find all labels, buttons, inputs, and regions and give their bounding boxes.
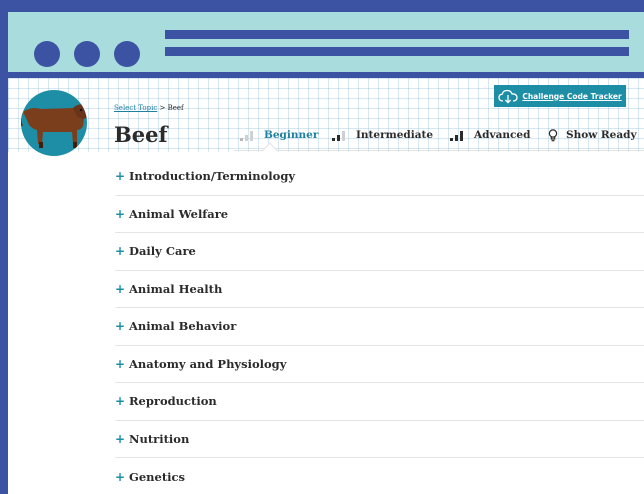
topic-label: Introduction/Terminology <box>129 169 296 184</box>
expand-plus-icon: + <box>115 169 126 184</box>
expand-plus-icon: + <box>115 394 126 409</box>
signal-bars-3-icon <box>450 131 463 141</box>
window-dot-3[interactable] <box>114 41 140 67</box>
expand-plus-icon: + <box>115 431 126 446</box>
cloud-download-icon <box>498 89 518 104</box>
topic-label: Nutrition <box>129 431 190 446</box>
window-dot-2[interactable] <box>74 41 100 67</box>
topic-item-anatomy-and-physiology[interactable]: + Anatomy and Physiology <box>115 346 644 383</box>
lightbulb-icon <box>548 128 558 141</box>
topic-item-daily-care[interactable]: + Daily Care <box>115 233 644 271</box>
expand-plus-icon: + <box>115 244 126 259</box>
window-dot-1[interactable] <box>34 41 60 67</box>
topic-label: Anatomy and Physiology <box>129 356 287 371</box>
page-content: Select Topic > Beef Challenge Code Track… <box>8 78 644 494</box>
tab-advanced[interactable]: Advanced <box>450 120 530 150</box>
expand-plus-icon: + <box>115 206 126 221</box>
signal-bars-1-icon <box>240 131 253 141</box>
page-title: Beef <box>114 122 168 147</box>
tab-intermediate-label: Intermediate <box>356 129 434 141</box>
breadcrumb: Select Topic > Beef <box>114 104 184 112</box>
topic-label: Genetics <box>129 469 185 484</box>
topic-label: Reproduction <box>129 394 217 409</box>
topic-label: Animal Behavior <box>129 319 237 334</box>
expand-plus-icon: + <box>115 469 126 484</box>
window-frame-left <box>0 0 8 494</box>
topic-item-animal-health[interactable]: + Animal Health <box>115 271 644 308</box>
topic-item-nutrition[interactable]: + Nutrition <box>115 421 644 458</box>
expand-plus-icon: + <box>115 281 126 296</box>
signal-bars-2-icon <box>332 131 345 141</box>
titlebar-line-1 <box>165 30 629 39</box>
challenge-code-tracker-label: Challenge Code Tracker <box>522 91 622 101</box>
cow-icon <box>21 104 87 148</box>
topic-item-animal-welfare[interactable]: + Animal Welfare <box>115 196 644 233</box>
breadcrumb-separator: > <box>159 104 166 112</box>
tab-advanced-label: Advanced <box>474 129 531 141</box>
titlebar-line-2 <box>165 47 629 56</box>
expand-plus-icon: + <box>115 356 126 371</box>
tab-beginner[interactable]: Beginner <box>240 120 318 150</box>
topic-item-reproduction[interactable]: + Reproduction <box>115 383 644 421</box>
topic-label: Animal Health <box>129 281 223 296</box>
topic-label: Daily Care <box>129 244 196 259</box>
expand-plus-icon: + <box>115 319 126 334</box>
challenge-code-tracker-button[interactable]: Challenge Code Tracker <box>494 85 626 107</box>
topic-item-animal-behavior[interactable]: + Animal Behavior <box>115 308 644 346</box>
breadcrumb-link-select-topic[interactable]: Select Topic <box>114 104 157 112</box>
topic-item-genetics[interactable]: + Genetics <box>115 458 644 494</box>
tab-beginner-label: Beginner <box>264 129 319 141</box>
topic-avatar <box>21 90 87 156</box>
breadcrumb-current: Beef <box>167 104 184 112</box>
tab-intermediate[interactable]: Intermediate <box>332 120 433 150</box>
topic-item-introduction-terminology[interactable]: + Introduction/Terminology <box>115 158 644 196</box>
tab-show-ready-label: Show Ready <box>566 129 637 141</box>
tab-show-ready[interactable]: Show Ready <box>548 120 637 150</box>
window-titlebar <box>8 12 644 72</box>
tabs-underline <box>234 150 644 151</box>
window-frame-top <box>0 0 644 12</box>
topic-label: Animal Welfare <box>129 206 229 221</box>
